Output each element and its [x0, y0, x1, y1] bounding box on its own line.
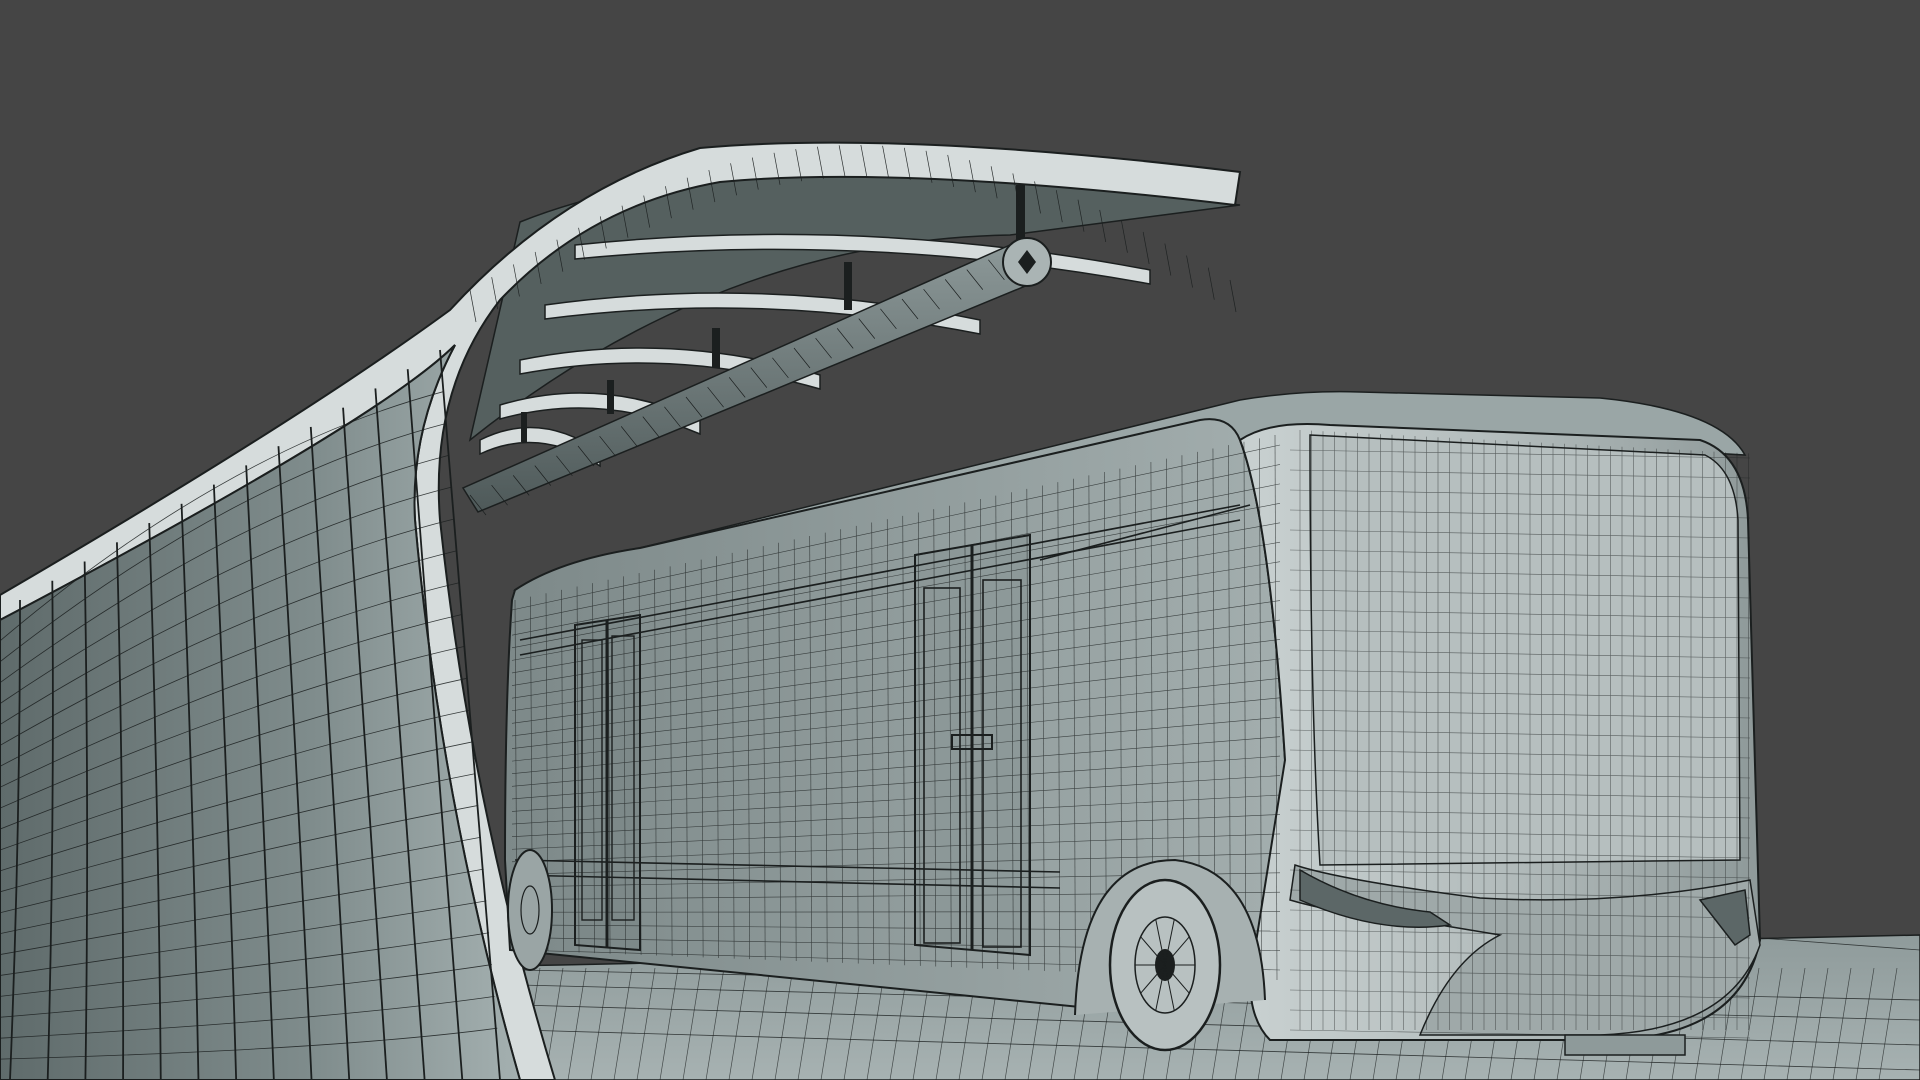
bus-wheel-rear[interactable] — [507, 849, 553, 971]
bus-door-rear[interactable] — [574, 613, 641, 952]
bus-front-skid — [1564, 1034, 1686, 1056]
3d-viewport[interactable] — [0, 0, 1920, 1080]
wireframe-scene[interactable] — [0, 0, 1920, 1080]
bus-body[interactable] — [503, 390, 1762, 1056]
